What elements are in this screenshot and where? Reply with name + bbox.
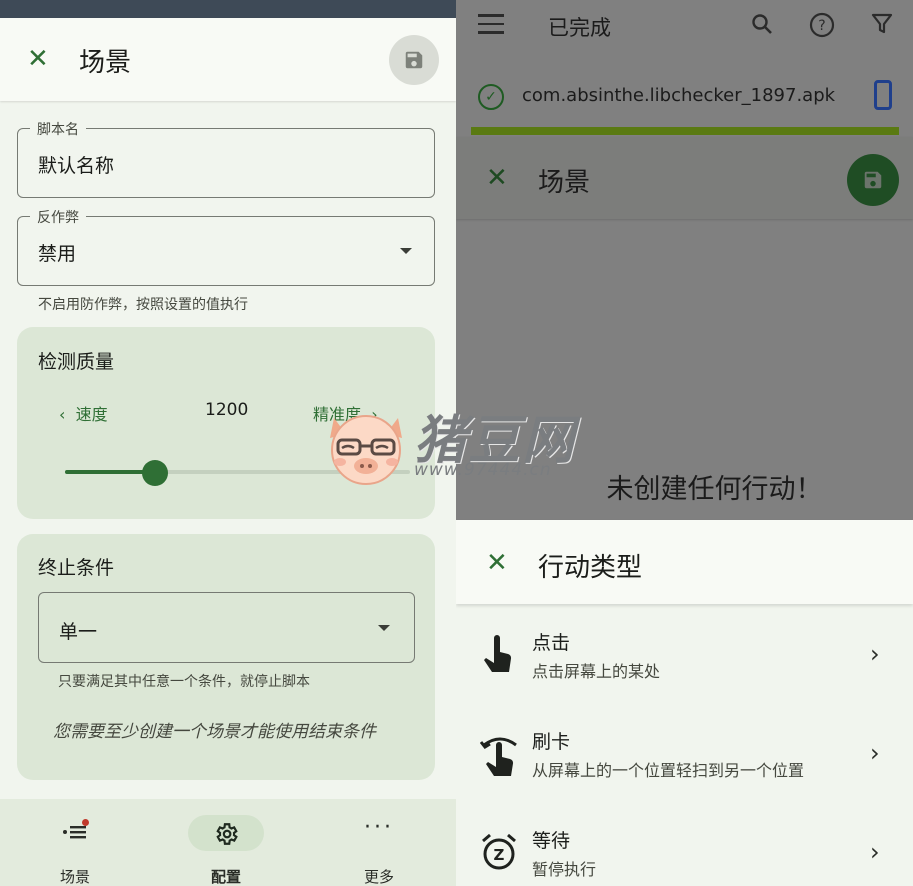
quality-slider-thumb[interactable]	[141, 460, 168, 486]
detection-quality-card: 检测质量 ‹ 速度 1200 精准度 ›	[17, 327, 435, 519]
action-desc: 点击屏幕上的某处	[532, 662, 661, 681]
stop-condition-help: 只要满足其中任意一个条件，就停止脚本	[58, 674, 310, 690]
download-list-item[interactable]: ✓ com.absinthe.libchecker_1897.apk	[456, 72, 913, 122]
stop-condition-card: 终止条件 单一 只要满足其中任意一个条件，就停止脚本 您需要至少创建一个场景才能…	[17, 534, 435, 780]
sheet-title: 行动类型	[538, 553, 643, 583]
chevron-right-icon: ›	[870, 739, 880, 767]
stop-condition-note: 您需要至少创建一个场景才能使用结束条件	[53, 722, 376, 742]
more-icon: ···	[364, 815, 394, 840]
anti-cheat-help: 不启用防作弊，按照设置的值执行	[38, 297, 248, 313]
filter-icon[interactable]	[871, 12, 893, 41]
dropdown-arrow-icon	[378, 625, 390, 631]
search-icon[interactable]	[750, 12, 774, 41]
action-desc: 暂停执行	[532, 860, 597, 879]
nav-label-config: 配置	[210, 868, 241, 886]
quality-value: 1200	[205, 400, 249, 420]
swipe-icon	[479, 733, 517, 776]
help-icon[interactable]: ?	[809, 12, 835, 43]
downloads-toolbar: 已完成 ?	[456, 0, 913, 52]
dropdown-arrow-icon	[400, 248, 412, 254]
bottom-navigation: 场景 配置 ··· 更多	[0, 799, 456, 886]
action-desc: 从屏幕上的一个位置轻扫到另一个位置	[532, 761, 805, 780]
save-button[interactable]	[847, 154, 899, 206]
alarm-icon: Z	[480, 832, 516, 872]
nav-item-scenes[interactable]: 场景	[0, 799, 150, 886]
save-button[interactable]	[389, 35, 439, 85]
script-name-value: 默认名称	[38, 155, 115, 177]
page-title: 场景	[79, 48, 132, 78]
download-progress-bar	[471, 127, 899, 135]
download-file-name: com.absinthe.libchecker_1897.apk	[522, 85, 836, 106]
top-app-bar: ✕ 场景	[0, 18, 456, 101]
check-circle-icon: ✓	[478, 84, 504, 110]
nav-item-more[interactable]: ··· 更多	[304, 799, 454, 886]
downloads-title: 已完成	[548, 16, 611, 40]
action-item-tap[interactable]: 点击 点击屏幕上的某处 ›	[456, 614, 913, 710]
menu-icon[interactable]	[478, 14, 504, 40]
precision-button[interactable]: 精准度 ›	[313, 401, 378, 425]
action-type-panel: 已完成 ? ✓ com.absinthe.libchecker_1897.apk…	[456, 0, 913, 886]
chevron-right-icon: ›	[870, 640, 880, 668]
stop-title: 终止条件	[38, 557, 115, 579]
script-name-field[interactable]: 脚本名 默认名称	[17, 119, 435, 198]
gear-icon	[213, 821, 239, 852]
nav-label-more: 更多	[363, 868, 394, 886]
anti-cheat-value: 禁用	[38, 243, 77, 265]
quality-title: 检测质量	[38, 351, 115, 373]
anti-cheat-label: 反作弊	[30, 207, 86, 227]
action-title: 点击	[532, 632, 571, 654]
close-icon[interactable]: ✕	[486, 550, 508, 576]
save-icon	[405, 51, 423, 69]
precision-label: 精准度	[313, 405, 362, 424]
anti-cheat-select[interactable]: 反作弊 禁用	[17, 207, 435, 286]
nav-item-config[interactable]: 配置	[151, 799, 301, 886]
action-type-sheet-header: ✕ 行动类型	[456, 520, 913, 604]
close-icon[interactable]: ✕	[486, 165, 508, 191]
stop-condition-select[interactable]: 单一	[38, 592, 415, 663]
action-item-wait[interactable]: Z 等待 暂停执行 ›	[456, 812, 913, 886]
save-icon	[864, 171, 882, 189]
notification-badge	[82, 819, 89, 826]
action-title: 刷卡	[532, 731, 571, 753]
scene-app-bar: ✕ 场景	[456, 137, 913, 219]
nav-label-scenes: 场景	[59, 868, 90, 886]
scene-title: 场景	[538, 168, 591, 198]
speed-button[interactable]: ‹ 速度	[59, 401, 108, 425]
chevron-right-icon: ›	[870, 838, 880, 866]
empty-actions-text: 未创建任何行动！	[606, 474, 823, 505]
scene-editor-panel: ✕ 场景 脚本名 默认名称 反作弊 禁用 不启用防作弊，按照设置的值执行 检测质…	[0, 0, 456, 886]
phone-icon	[874, 80, 892, 110]
speed-label: 速度	[75, 405, 108, 424]
action-item-swipe[interactable]: 刷卡 从屏幕上的一个位置轻扫到另一个位置 ›	[456, 713, 913, 809]
script-name-label: 脚本名	[30, 119, 86, 139]
action-title: 等待	[532, 830, 571, 852]
svg-text:?: ?	[818, 18, 825, 34]
dimmed-background: 已完成 ? ✓ com.absinthe.libchecker_1897.apk…	[456, 0, 913, 520]
svg-text:Z: Z	[494, 846, 505, 864]
stop-condition-value: 单一	[59, 621, 98, 643]
status-bar	[0, 0, 456, 18]
tap-icon	[480, 634, 516, 674]
close-icon[interactable]: ✕	[27, 46, 49, 72]
